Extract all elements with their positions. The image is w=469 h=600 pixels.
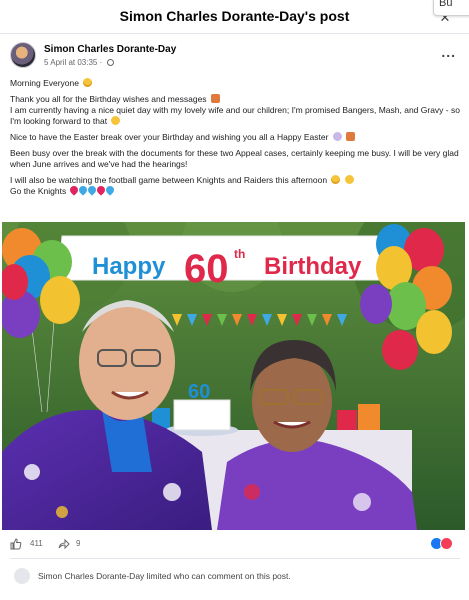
cake-number-text: 60 xyxy=(188,381,210,403)
love-reaction-icon xyxy=(440,537,453,550)
heart-emoji-icon xyxy=(103,184,116,196)
banner-th-text: th xyxy=(234,247,245,261)
post-photo[interactable]: Happy 60 th Birthday 60 xyxy=(2,222,465,530)
hatching-chick-emoji-icon xyxy=(346,132,356,141)
post-paragraph: Morning Everyone xyxy=(10,78,462,89)
banner-60-text: 60 xyxy=(184,247,229,291)
post-paragraph: Been busy over the break with the docume… xyxy=(10,148,459,169)
post-paragraph: I will also be watching the football gam… xyxy=(10,175,462,197)
post-header: Simon Charles Dorante-Day 5 April at 03:… xyxy=(10,42,460,72)
share-icon[interactable] xyxy=(58,538,70,550)
like-count[interactable]: 411 xyxy=(30,539,43,548)
birthday-photo-illustration: Happy 60 th Birthday 60 xyxy=(2,222,465,530)
notice-avatar xyxy=(14,568,30,584)
tooltip-chip: Bu xyxy=(433,0,469,16)
post-paragraph: Thank you all for the Birthday wishes an… xyxy=(10,94,460,126)
hearts-emoji-group xyxy=(67,184,116,196)
share-count[interactable]: 9 xyxy=(76,539,80,548)
cake-emoji-icon xyxy=(210,94,220,103)
like-icon[interactable] xyxy=(10,538,22,550)
engagement-bar: 411 9 xyxy=(10,537,460,553)
post-dialog-header: Simon Charles Dorante-Day's post ✕ Bu xyxy=(0,0,469,34)
heart-eyes-emoji-icon xyxy=(83,78,93,87)
divider xyxy=(10,558,460,559)
avatar[interactable] xyxy=(10,42,36,68)
post-body: Morning Everyone Thank you all for the B… xyxy=(10,78,462,202)
post-paragraph: Nice to have the Easter break over your … xyxy=(10,132,462,143)
more-options-button[interactable]: ... xyxy=(441,44,456,60)
bunny-emoji-icon xyxy=(332,132,342,141)
post-timestamp[interactable]: 5 April at 03:35 xyxy=(44,58,97,67)
heart-eyes-emoji-icon xyxy=(331,175,341,184)
dialog-title: Simon Charles Dorante-Day's post xyxy=(119,8,350,24)
thumbs-up-emoji-icon xyxy=(344,175,354,184)
grin-emoji-icon xyxy=(111,116,121,125)
author-name[interactable]: Simon Charles Dorante-Day xyxy=(44,44,176,55)
globe-icon xyxy=(106,59,114,66)
reaction-icons[interactable] xyxy=(430,537,456,551)
comment-restriction-notice: Simon Charles Dorante-Day limited who ca… xyxy=(10,566,460,588)
banner-birthday-text: Birthday xyxy=(264,253,362,280)
banner-happy-text: Happy xyxy=(92,253,166,280)
post-meta: 5 April at 03:35 · xyxy=(44,58,114,67)
comment-restriction-text: Simon Charles Dorante-Day limited who ca… xyxy=(38,571,291,581)
more-options-icon[interactable]: ... xyxy=(441,44,456,60)
